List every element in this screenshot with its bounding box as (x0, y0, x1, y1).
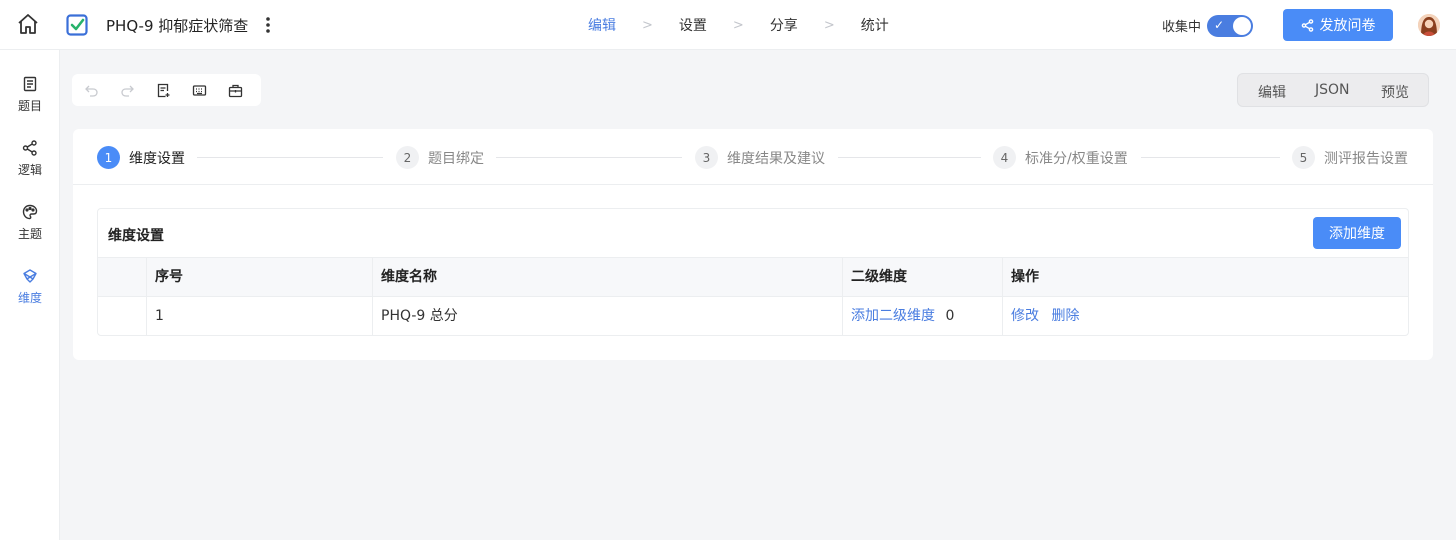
nav-share[interactable]: 分享 (770, 15, 798, 35)
left-sidebar: 题目 逻辑 主题 维度 (0, 50, 60, 540)
undo-icon (85, 85, 98, 97)
undo-button[interactable] (84, 82, 99, 98)
view-edit-tab[interactable]: 编辑 (1258, 82, 1286, 102)
table-header-row: 序号 维度名称 二级维度 操作 (98, 257, 1408, 296)
row-spacer-cell (98, 297, 146, 335)
top-nav: 编辑 > 设置 > 分享 > 统计 (588, 15, 889, 35)
step-connector (496, 157, 682, 158)
dimension-panel: 维度设置 添加维度 序号 维度名称 二级维度 操作 1 PHQ-9 总分 添加二… (97, 208, 1409, 336)
sub-dimension-count: 0 (945, 308, 955, 324)
chevron-right-icon: > (823, 17, 835, 33)
cube-icon (23, 269, 37, 283)
share-nodes-icon (22, 140, 37, 156)
sidebar-item-label: 逻辑 (17, 163, 42, 177)
collect-label: 收集中 (1162, 20, 1202, 35)
panel-title: 维度设置 (108, 228, 164, 244)
step-report-settings[interactable]: 5 测评报告设置 (1292, 146, 1408, 169)
sidebar-item-dimension[interactable]: 维度 (0, 264, 60, 314)
step-label: 测评报告设置 (1324, 150, 1408, 167)
check-icon: ✓ (1214, 18, 1225, 32)
publish-button[interactable]: 发放问卷 (1283, 9, 1393, 41)
list-icon (23, 76, 37, 92)
redo-icon (121, 85, 134, 97)
nav-edit[interactable]: 编辑 (588, 15, 616, 35)
add-question-button[interactable] (156, 82, 171, 98)
keyboard-icon (192, 84, 207, 96)
edit-link[interactable]: 修改 (1011, 308, 1039, 324)
table-row: 1 PHQ-9 总分 添加二级维度 0 修改 删除 (98, 296, 1408, 335)
actions-cell: 修改 删除 (1002, 297, 1408, 335)
app-logo-icon (66, 14, 88, 36)
step-number: 3 (695, 146, 718, 169)
nav-stats[interactable]: 统计 (861, 15, 889, 35)
step-connector (197, 157, 383, 158)
toolbox-button[interactable] (228, 82, 243, 98)
step-label: 标准分/权重设置 (1025, 150, 1128, 167)
step-standard-score[interactable]: 4 标准分/权重设置 (993, 146, 1128, 169)
sub-dimension-cell: 添加二级维度 0 (842, 297, 1002, 335)
chevron-right-icon: > (642, 17, 653, 33)
delete-link[interactable]: 删除 (1051, 308, 1079, 324)
column-header: 操作 (1002, 258, 1408, 296)
more-vertical-icon[interactable] (262, 14, 274, 36)
palette-icon (22, 204, 38, 220)
top-header: PHQ-9 抑郁症状筛查 编辑 > 设置 > 分享 > 统计 收集中 ✓ 发放问… (0, 0, 1456, 50)
column-header: 维度名称 (372, 258, 842, 296)
sidebar-item-label: 主题 (17, 227, 42, 241)
sidebar-item-logic[interactable]: 逻辑 (0, 136, 60, 186)
step-label: 维度结果及建议 (727, 150, 825, 167)
chevron-right-icon: > (732, 17, 744, 33)
share-icon (1301, 18, 1313, 32)
document-add-icon (157, 83, 170, 97)
step-connector (1141, 157, 1280, 158)
nav-settings[interactable]: 设置 (679, 15, 707, 35)
publish-label: 发放问卷 (1319, 17, 1376, 33)
view-json-tab[interactable]: JSON (1315, 82, 1350, 98)
view-preview-tab[interactable]: 预览 (1381, 82, 1409, 102)
add-dimension-button[interactable]: 添加维度 (1313, 217, 1401, 249)
collect-toggle[interactable]: ✓ (1207, 15, 1253, 37)
add-sub-dimension-link[interactable]: 添加二级维度 (851, 308, 935, 324)
step-label: 题目绑定 (428, 150, 484, 167)
doc-title: PHQ-9 抑郁症状筛查 (106, 17, 249, 35)
step-dimension-settings[interactable]: 1 维度设置 (97, 146, 185, 169)
sidebar-item-questions[interactable]: 题目 (0, 72, 60, 122)
step-dimension-results[interactable]: 3 维度结果及建议 (695, 146, 825, 169)
name-cell: PHQ-9 总分 (372, 297, 842, 335)
step-number: 4 (993, 146, 1016, 169)
briefcase-icon (228, 84, 243, 97)
steps-bar: 1 维度设置 2 题目绑定 3 维度结果及建议 4 标准分/权重设置 5 测评报… (73, 129, 1433, 185)
redo-button[interactable] (120, 82, 135, 98)
avatar[interactable] (1418, 14, 1440, 36)
keyboard-button[interactable] (192, 82, 207, 98)
step-question-binding[interactable]: 2 题目绑定 (396, 146, 484, 169)
index-cell: 1 (146, 297, 372, 335)
sidebar-item-theme[interactable]: 主题 (0, 200, 60, 250)
sidebar-item-label: 维度 (17, 291, 42, 305)
step-number: 1 (97, 146, 120, 169)
editor-toolbar (72, 74, 261, 106)
home-icon[interactable] (16, 12, 40, 36)
sidebar-item-label: 题目 (17, 99, 42, 113)
column-header: 二级维度 (842, 258, 1002, 296)
step-label: 维度设置 (129, 150, 185, 167)
step-number: 2 (396, 146, 419, 169)
view-switch: 编辑 JSON 预览 (1237, 73, 1429, 107)
toggle-knob (1233, 17, 1251, 35)
dimension-card: 1 维度设置 2 题目绑定 3 维度结果及建议 4 标准分/权重设置 5 测评报… (73, 129, 1433, 360)
step-connector (838, 157, 981, 158)
column-header: 序号 (146, 258, 372, 296)
step-number: 5 (1292, 146, 1315, 169)
column-header (98, 258, 146, 296)
